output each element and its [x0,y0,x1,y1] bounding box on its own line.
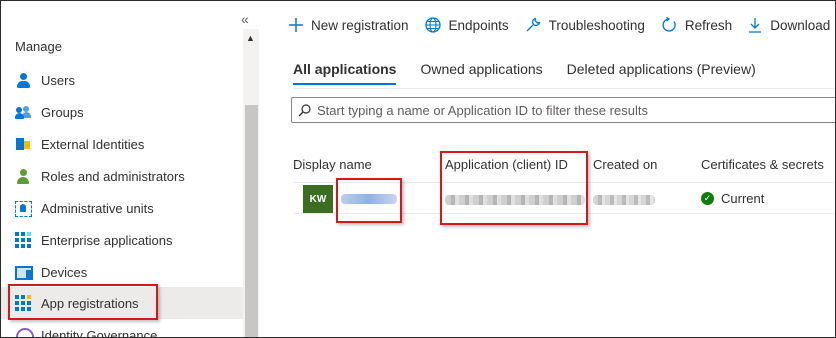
tab-list: All applications Owned applications Dele… [293,61,780,85]
sidebar-item-administrative-units[interactable]: Administrative units [1,192,243,224]
new-registration-button[interactable]: New registration [289,18,409,33]
created-on-redacted [593,195,655,205]
sidebar-item-label: External Identities [41,136,145,152]
app-display-name-redacted[interactable] [341,194,397,204]
main-content: New registration Endpoints Troubleshooti… [259,1,835,337]
certificates-status: ✓ Current [701,191,764,206]
client-id-redacted [445,195,585,205]
roles-icon [15,168,31,184]
filter-box[interactable] [291,97,835,123]
sidebar-item-label: Groups [41,104,84,120]
sidebar-scrollbar-thumb[interactable] [245,105,258,337]
user-icon [15,72,31,88]
status-text: Current [721,191,765,206]
sidebar-item-roles[interactable]: Roles and administrators [1,160,243,192]
sidebar-item-label: Enterprise applications [41,232,173,248]
download-button[interactable]: Download [748,17,830,33]
tab-owned-applications[interactable]: Owned applications [420,61,542,85]
sidebar-section-title: Manage [15,39,62,54]
groups-icon [15,104,31,120]
devices-icon [15,264,33,280]
app-registrations-window: « Manage Users Groups External Identitie… [0,0,836,338]
enterprise-apps-icon [15,232,31,248]
sidebar-item-external-identities[interactable]: External Identities [1,128,243,160]
endpoints-button[interactable]: Endpoints [424,17,509,33]
sidebar-item-label: App registrations [41,295,139,311]
download-icon [749,18,762,33]
identity-governance-icon [15,327,34,337]
troubleshooting-label: Troubleshooting [548,17,645,33]
refresh-icon [662,17,676,32]
sidebar-item-devices[interactable]: Devices [1,256,243,288]
tab-all-applications[interactable]: All applications [293,61,397,85]
column-header-certificates[interactable]: Certificates & secrets [701,157,824,172]
sidebar-item-enterprise-applications[interactable]: Enterprise applications [1,224,243,256]
search-icon [298,103,311,116]
checkmark-icon: ✓ [701,192,714,205]
new-registration-label: New registration [311,17,409,33]
tab-deleted-applications[interactable]: Deleted applications (Preview) [567,61,756,85]
collapse-sidebar-icon[interactable]: « [241,11,249,27]
admin-units-icon [15,200,32,217]
column-header-display-name[interactable]: Display name [293,157,372,172]
tab-divider [293,88,835,89]
external-identities-icon [15,136,31,152]
filter-input[interactable] [317,102,817,118]
sidebar-item-label: Roles and administrators [41,168,185,184]
table-header: Display name Application (client) ID Cre… [293,151,835,181]
refresh-button[interactable]: Refresh [661,17,732,33]
scroll-up-arrow-icon[interactable]: ▲ [246,33,255,43]
sidebar-item-label: Identity Governance [41,327,158,338]
table-row[interactable]: KW ✓ Current [293,182,835,214]
sidebar-item-label: Devices [41,264,88,280]
command-bar: New registration Endpoints Troubleshooti… [259,1,835,49]
sidebar-item-label: Users [41,72,75,88]
refresh-label: Refresh [684,17,733,33]
column-header-client-id[interactable]: Application (client) ID [445,157,568,172]
column-header-created-on[interactable]: Created on [593,157,657,172]
sidebar-item-identity-governance[interactable]: Identity Governance [1,319,243,338]
sidebar-item-label: Administrative units [41,200,154,216]
sidebar-item-users[interactable]: Users [1,64,243,96]
app-registrations-icon [15,295,31,311]
sidebar: « Manage Users Groups External Identitie… [1,1,259,338]
app-avatar: KW [303,185,333,213]
wrench-icon [526,17,540,32]
download-label: Download [770,17,831,33]
globe-icon [424,17,441,33]
sidebar-item-app-registrations[interactable]: App registrations [1,287,243,319]
plus-icon [289,18,303,32]
sidebar-item-groups[interactable]: Groups [1,96,243,128]
endpoints-label: Endpoints [448,17,509,33]
troubleshooting-button[interactable]: Troubleshooting [525,17,645,33]
